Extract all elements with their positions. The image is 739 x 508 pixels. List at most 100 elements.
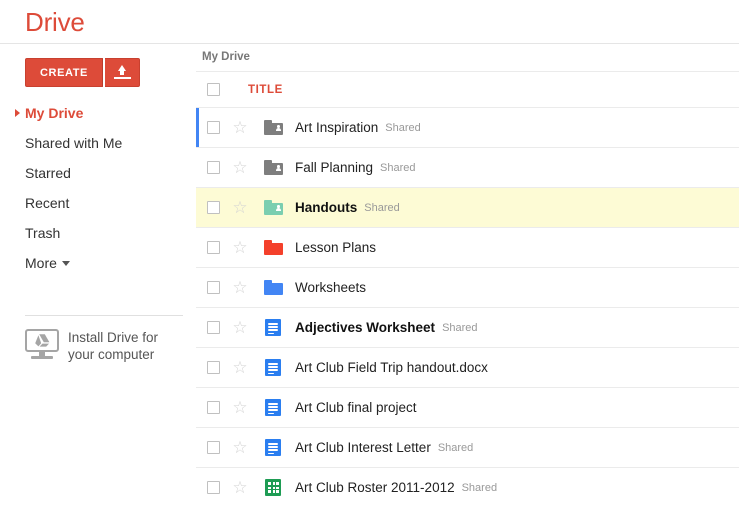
table-row[interactable]: ☆ Art Inspiration Shared (196, 107, 739, 147)
table-row[interactable]: ☆ Worksheets (196, 267, 739, 307)
chevron-down-icon[interactable] (62, 261, 70, 266)
sidebar-item-label: Recent (25, 195, 69, 211)
row-checkbox[interactable] (207, 481, 220, 494)
sidebar-item-shared-with-me[interactable]: Shared with Me (0, 128, 196, 158)
table-row[interactable]: ☆Fall PlanningShared (196, 147, 739, 187)
expand-caret-icon[interactable] (15, 109, 20, 117)
file-name[interactable]: Lesson Plans (295, 240, 376, 255)
shared-person-badge-icon (276, 165, 281, 170)
file-name[interactable]: Worksheets (295, 280, 366, 295)
shared-person-badge-icon (276, 205, 281, 210)
drive-logo[interactable]: Drive (25, 7, 85, 38)
folder-icon (264, 280, 283, 295)
star-icon[interactable]: ☆ (232, 319, 248, 336)
sidebar-item-starred[interactable]: Starred (0, 158, 196, 188)
sidebar-item-label: More (25, 255, 57, 271)
shared-badge: Shared (442, 322, 477, 334)
google-doc-icon (265, 439, 281, 456)
shared-badge: Shared (385, 122, 420, 134)
sidebar: CREATE My Drive Shared with Me Starred Rece… (0, 45, 196, 508)
row-checkbox[interactable] (207, 281, 220, 294)
table-row[interactable]: ☆Art Club Roster 2011-2012Shared (196, 467, 739, 507)
file-type-icon (264, 119, 284, 136)
shared-folder-icon (264, 200, 283, 215)
google-doc-icon (265, 359, 281, 376)
install-line-2: your computer (68, 347, 154, 362)
install-drive-link[interactable]: Install Drive for your computer (25, 327, 190, 363)
google-doc-icon (265, 319, 281, 336)
file-type-icon (264, 359, 284, 376)
row-checkbox[interactable] (207, 361, 220, 374)
sidebar-item-my-drive[interactable]: My Drive (0, 98, 196, 128)
file-type-icon (264, 239, 284, 256)
star-icon[interactable]: ☆ (232, 239, 248, 256)
table-row[interactable]: ☆ Art Club Interest Letter Shared (196, 427, 739, 467)
file-type-icon (264, 159, 284, 176)
table-row[interactable]: ☆ Adjectives Worksheet Shared (196, 307, 739, 347)
sidebar-item-label: Trash (25, 225, 60, 241)
file-rows: ☆ Art Inspiration Shared ☆ Fall Planning Shar… (196, 107, 739, 507)
table-row[interactable]: ☆ Art Club final project (196, 387, 739, 427)
sidebar-divider (25, 315, 183, 316)
star-icon[interactable]: ☆ (232, 359, 248, 376)
row-checkbox[interactable] (207, 121, 220, 134)
upload-button[interactable] (105, 58, 140, 87)
file-type-icon (264, 479, 284, 496)
file-type-icon (264, 319, 284, 336)
file-type-icon (264, 399, 284, 416)
file-name[interactable]: Handouts (295, 200, 357, 215)
sidebar-item-label: My Drive (25, 105, 83, 121)
star-icon[interactable]: ☆ (232, 439, 248, 456)
star-icon[interactable]: ☆ (232, 479, 248, 496)
install-drive-text: Install Drive for your computer (68, 327, 158, 363)
file-name[interactable]: Fall Planning (295, 160, 373, 175)
star-icon[interactable]: ☆ (232, 159, 248, 176)
app-header: Drive (0, 0, 739, 44)
row-checkbox[interactable] (207, 441, 220, 454)
sidebar-actions: CREATE (25, 58, 140, 87)
star-icon[interactable]: ☆ (232, 119, 248, 136)
file-name[interactable]: Art Inspiration (295, 120, 378, 135)
sidebar-item-recent[interactable]: Recent (0, 188, 196, 218)
row-focus-indicator (196, 108, 199, 147)
shared-person-badge-icon (276, 125, 281, 130)
file-type-icon (264, 279, 284, 296)
table-row[interactable]: ☆ Handouts Shared (196, 187, 739, 227)
file-name[interactable]: Art Club Roster 2011-2012 (295, 480, 455, 495)
star-icon[interactable]: ☆ (232, 199, 248, 216)
google-doc-icon (265, 399, 281, 416)
file-list-panel: My Drive TITLE ☆ Art Inspiration Shared ☆ Fa… (196, 45, 739, 508)
table-row[interactable]: ☆ Art Club Field Trip handout.docx (196, 347, 739, 387)
sidebar-item-more[interactable]: More (0, 248, 196, 278)
shared-badge: Shared (438, 442, 473, 454)
google-sheet-icon (265, 479, 281, 496)
create-button[interactable]: CREATE (25, 58, 103, 87)
sidebar-nav: My Drive Shared with Me Starred Recent Trash… (0, 98, 196, 278)
install-line-1: Install Drive for (68, 330, 158, 345)
select-all-checkbox[interactable] (207, 83, 220, 96)
file-name[interactable]: Adjectives Worksheet (295, 320, 435, 335)
row-checkbox[interactable] (207, 241, 220, 254)
star-icon[interactable]: ☆ (232, 279, 248, 296)
file-name[interactable]: Art Club Interest Letter (295, 440, 431, 455)
row-checkbox[interactable] (207, 401, 220, 414)
sidebar-item-label: Starred (25, 165, 71, 181)
row-checkbox[interactable] (207, 321, 220, 334)
breadcrumb[interactable]: My Drive (202, 51, 250, 63)
sidebar-item-trash[interactable]: Trash (0, 218, 196, 248)
upload-icon (114, 65, 131, 81)
file-list-header: TITLE (196, 71, 739, 107)
table-row[interactable]: ☆ Lesson Plans (196, 227, 739, 267)
drive-app: Drive CREATE My Drive Shared with Me Starr… (0, 0, 739, 508)
file-name[interactable]: Art Club Field Trip handout.docx (295, 360, 488, 375)
column-header-title[interactable]: TITLE (248, 84, 283, 96)
row-checkbox[interactable] (207, 161, 220, 174)
file-type-icon (264, 439, 284, 456)
star-icon[interactable]: ☆ (232, 399, 248, 416)
file-type-icon (264, 199, 284, 216)
shared-folder-icon (264, 120, 283, 135)
file-name[interactable]: Art Club final project (295, 400, 417, 415)
file-list: TITLE ☆ Art Inspiration Shared ☆ Fall Planni… (196, 71, 739, 507)
shared-badge: Shared (364, 202, 399, 214)
row-checkbox[interactable] (207, 201, 220, 214)
